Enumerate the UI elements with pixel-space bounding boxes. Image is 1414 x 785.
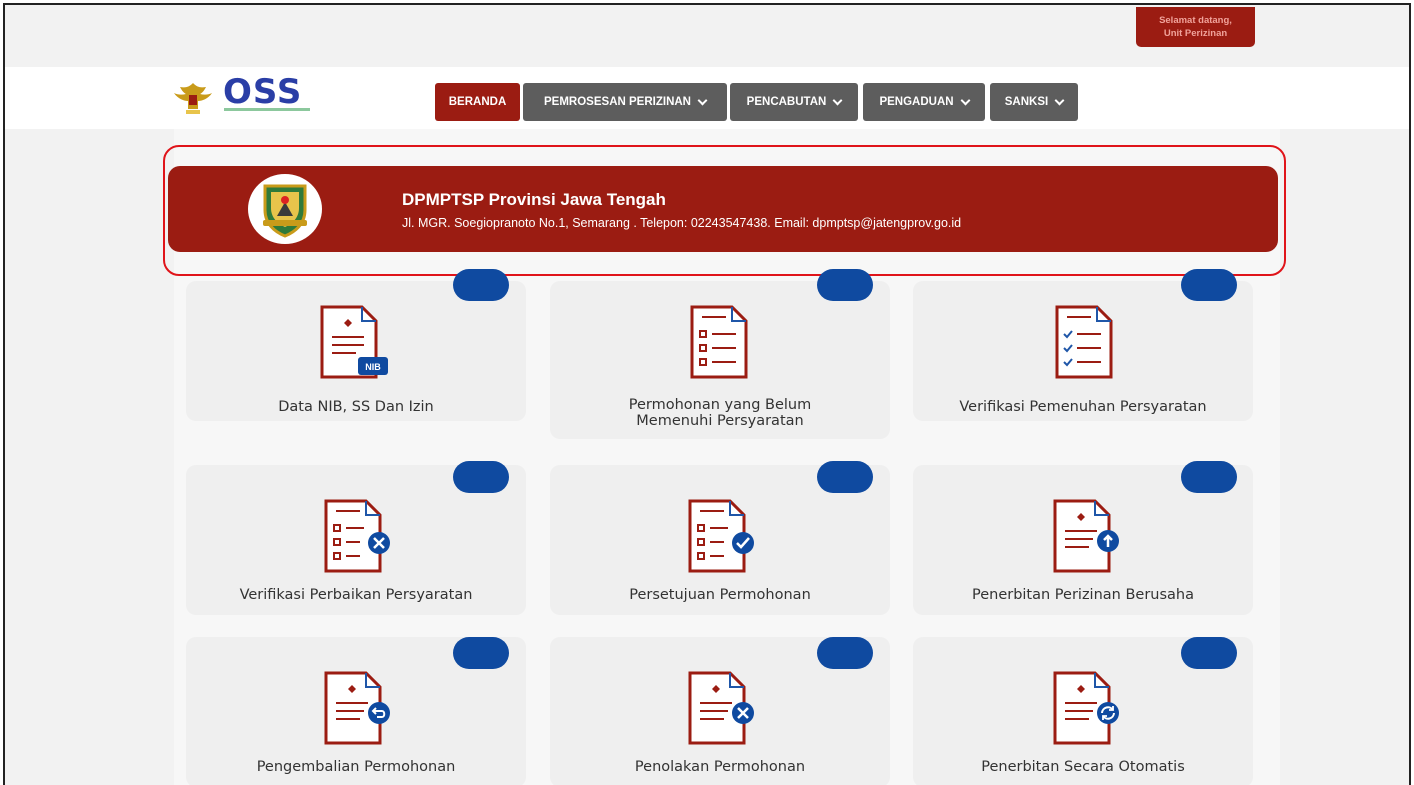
nav-label: BERANDA (448, 96, 507, 108)
document-reject-icon (688, 671, 754, 745)
document-upload-icon (1053, 499, 1119, 573)
oss-logo-text: OSS (223, 72, 303, 112)
card-label: Penerbitan Secara Otomatis (981, 759, 1185, 775)
nav-beranda[interactable]: BERANDA (435, 83, 520, 121)
count-badge (453, 461, 509, 493)
card-penerbitan-otomatis[interactable]: Penerbitan Secara Otomatis (913, 637, 1253, 785)
card-pengembalian-permohonan[interactable]: Pengembalian Permohonan (186, 637, 526, 785)
count-badge (817, 269, 873, 301)
chevron-down-icon (697, 95, 708, 105)
welcome-line-2: Unit Perizinan (1163, 28, 1228, 39)
card-label: Permohonan yang Belum Memenuhi Persyarat… (628, 397, 812, 429)
card-verifikasi-perbaikan[interactable]: Verifikasi Perbaikan Persyaratan (186, 461, 526, 615)
oss-logo-tagline (224, 108, 310, 111)
nav-label: PENGADUAN (879, 96, 954, 108)
welcome-line-1: Selamat datang, (1159, 15, 1232, 26)
count-badge (817, 461, 873, 493)
header: OSS BERANDA PEMROSESAN PERIZINAN PENCABU… (5, 67, 1409, 129)
card-label: Verifikasi Pemenuhan Persyaratan (959, 399, 1207, 415)
chevron-down-icon (1054, 95, 1065, 105)
card-persetujuan-permohonan[interactable]: Persetujuan Permohonan (550, 461, 890, 615)
document-nib-icon: NIB (320, 305, 388, 379)
card-label: Persetujuan Permohonan (629, 587, 811, 603)
card-label: Verifikasi Perbaikan Persyaratan (239, 587, 473, 603)
document-list-x-icon (324, 499, 390, 573)
card-verifikasi-pemenuhan[interactable]: Verifikasi Pemenuhan Persyaratan (913, 269, 1253, 421)
nav-pencabutan[interactable]: PENCABUTAN (730, 83, 858, 121)
banner-highlight-outline (163, 145, 1286, 276)
nav-pengaduan[interactable]: PENGADUAN (863, 83, 985, 121)
count-badge (1181, 269, 1237, 301)
card-label: Penerbitan Perizinan Berusaha (971, 587, 1194, 603)
count-badge (817, 637, 873, 669)
card-label: Penolakan Permohonan (634, 759, 806, 775)
card-data-nib[interactable]: NIB Data NIB, SS Dan Izin (186, 269, 526, 421)
count-badge (1181, 637, 1237, 669)
oss-logo[interactable]: OSS (223, 72, 313, 112)
browser-frame: Selamat datang, Unit Perizinan OSS BERAN… (3, 3, 1411, 785)
nav-label: PEMROSESAN PERIZINAN (544, 96, 691, 108)
count-badge (1181, 461, 1237, 493)
document-list-check-icon (688, 499, 754, 573)
svg-text:NIB: NIB (365, 362, 381, 372)
welcome-badge[interactable]: Selamat datang, Unit Perizinan (1136, 7, 1255, 47)
card-penerbitan-perizinan[interactable]: Penerbitan Perizinan Berusaha (913, 461, 1253, 615)
nav-label: SANKSI (1004, 96, 1049, 108)
card-label: Pengembalian Permohonan (256, 759, 456, 775)
nav-sanksi[interactable]: SANKSI (990, 83, 1078, 121)
count-badge (453, 637, 509, 669)
document-auto-icon (1053, 671, 1119, 745)
count-badge (453, 269, 509, 301)
document-checked-list-icon (1055, 305, 1113, 379)
chevron-down-icon (832, 95, 843, 105)
card-permohonan-belum-memenuhi[interactable]: Permohonan yang Belum Memenuhi Persyarat… (550, 269, 890, 439)
top-bar: Selamat datang, Unit Perizinan (5, 5, 1409, 67)
chevron-down-icon (960, 95, 971, 105)
card-label: Data NIB, SS Dan Izin (278, 399, 434, 415)
nav-label: PENCABUTAN (746, 96, 827, 108)
garuda-logo-icon (174, 83, 212, 114)
document-checklist-icon (690, 305, 748, 379)
card-penolakan-permohonan[interactable]: Penolakan Permohonan (550, 637, 890, 785)
nav-pemrosesan-perizinan[interactable]: PEMROSESAN PERIZINAN (523, 83, 727, 121)
document-return-icon (324, 671, 390, 745)
